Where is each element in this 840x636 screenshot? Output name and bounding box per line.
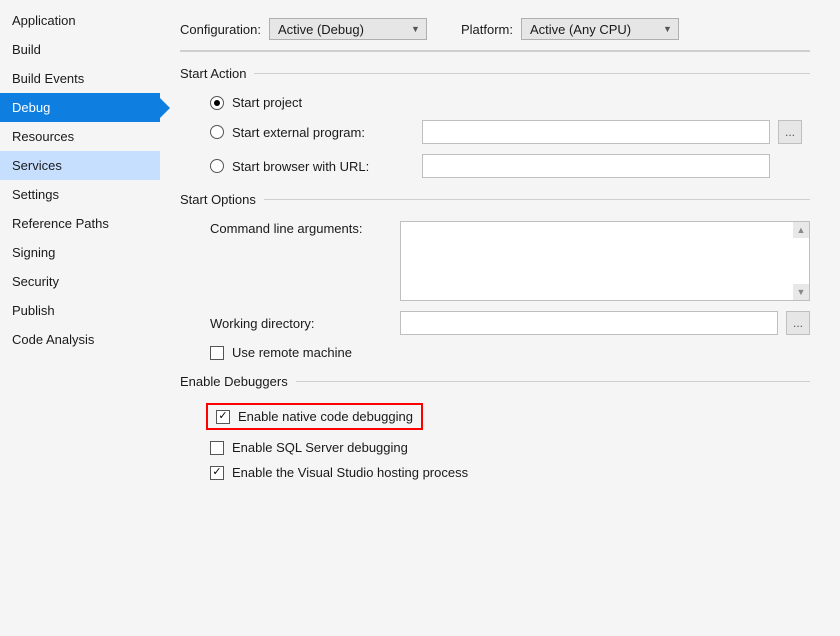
divider — [180, 50, 810, 52]
nav-code-analysis[interactable]: Code Analysis — [0, 325, 160, 354]
divider — [296, 381, 810, 382]
nav-signing[interactable]: Signing — [0, 238, 160, 267]
chk-use-remote-label: Use remote machine — [232, 345, 352, 360]
chk-native-debug-label: Enable native code debugging — [238, 409, 413, 424]
platform-label: Platform: — [461, 22, 513, 37]
highlight-native-debug: Enable native code debugging — [206, 403, 423, 430]
nav-debug[interactable]: Debug — [0, 93, 160, 122]
section-enable-debuggers: Enable Debuggers — [180, 374, 296, 389]
working-dir-label: Working directory: — [210, 316, 392, 331]
platform-value: Active (Any CPU) — [530, 22, 631, 37]
chevron-down-icon: ▼ — [411, 24, 420, 34]
chk-hosting-process[interactable] — [210, 466, 224, 480]
nav-services[interactable]: Services — [0, 151, 160, 180]
section-start-options: Start Options — [180, 192, 264, 207]
sidebar-nav: Application Build Build Events Debug Res… — [0, 0, 160, 636]
browse-external-button[interactable]: ... — [778, 120, 802, 144]
radio-start-external[interactable] — [210, 125, 224, 139]
chk-sql-debug[interactable] — [210, 441, 224, 455]
chk-use-remote[interactable] — [210, 346, 224, 360]
working-dir-input[interactable] — [400, 311, 778, 335]
nav-reference-paths[interactable]: Reference Paths — [0, 209, 160, 238]
main-panel: Configuration: Active (Debug) ▼ Platform… — [160, 0, 840, 636]
configuration-combo[interactable]: Active (Debug) ▼ — [269, 18, 427, 40]
scroll-down-icon[interactable]: ▼ — [793, 284, 809, 300]
scroll-up-icon[interactable]: ▲ — [793, 222, 809, 238]
nav-publish[interactable]: Publish — [0, 296, 160, 325]
chevron-down-icon: ▼ — [663, 24, 672, 34]
browse-working-dir-button[interactable]: ... — [786, 311, 810, 335]
cmd-args-label: Command line arguments: — [210, 221, 392, 236]
configuration-value: Active (Debug) — [278, 22, 364, 37]
radio-start-browser[interactable] — [210, 159, 224, 173]
nav-build-events[interactable]: Build Events — [0, 64, 160, 93]
external-program-input[interactable] — [422, 120, 770, 144]
browser-url-input[interactable] — [422, 154, 770, 178]
radio-start-external-label: Start external program: — [232, 125, 414, 140]
chk-sql-debug-label: Enable SQL Server debugging — [232, 440, 408, 455]
radio-start-project[interactable] — [210, 96, 224, 110]
platform-combo[interactable]: Active (Any CPU) ▼ — [521, 18, 679, 40]
nav-settings[interactable]: Settings — [0, 180, 160, 209]
section-start-action: Start Action — [180, 66, 254, 81]
radio-start-project-label: Start project — [232, 95, 302, 110]
radio-start-browser-label: Start browser with URL: — [232, 159, 414, 174]
chk-native-debug[interactable] — [216, 410, 230, 424]
nav-resources[interactable]: Resources — [0, 122, 160, 151]
divider — [254, 73, 810, 74]
configuration-label: Configuration: — [180, 22, 261, 37]
nav-security[interactable]: Security — [0, 267, 160, 296]
chk-hosting-process-label: Enable the Visual Studio hosting process — [232, 465, 468, 480]
nav-build[interactable]: Build — [0, 35, 160, 64]
divider — [264, 199, 810, 200]
nav-application[interactable]: Application — [0, 6, 160, 35]
cmd-args-textarea[interactable]: ▲ ▼ — [400, 221, 810, 301]
